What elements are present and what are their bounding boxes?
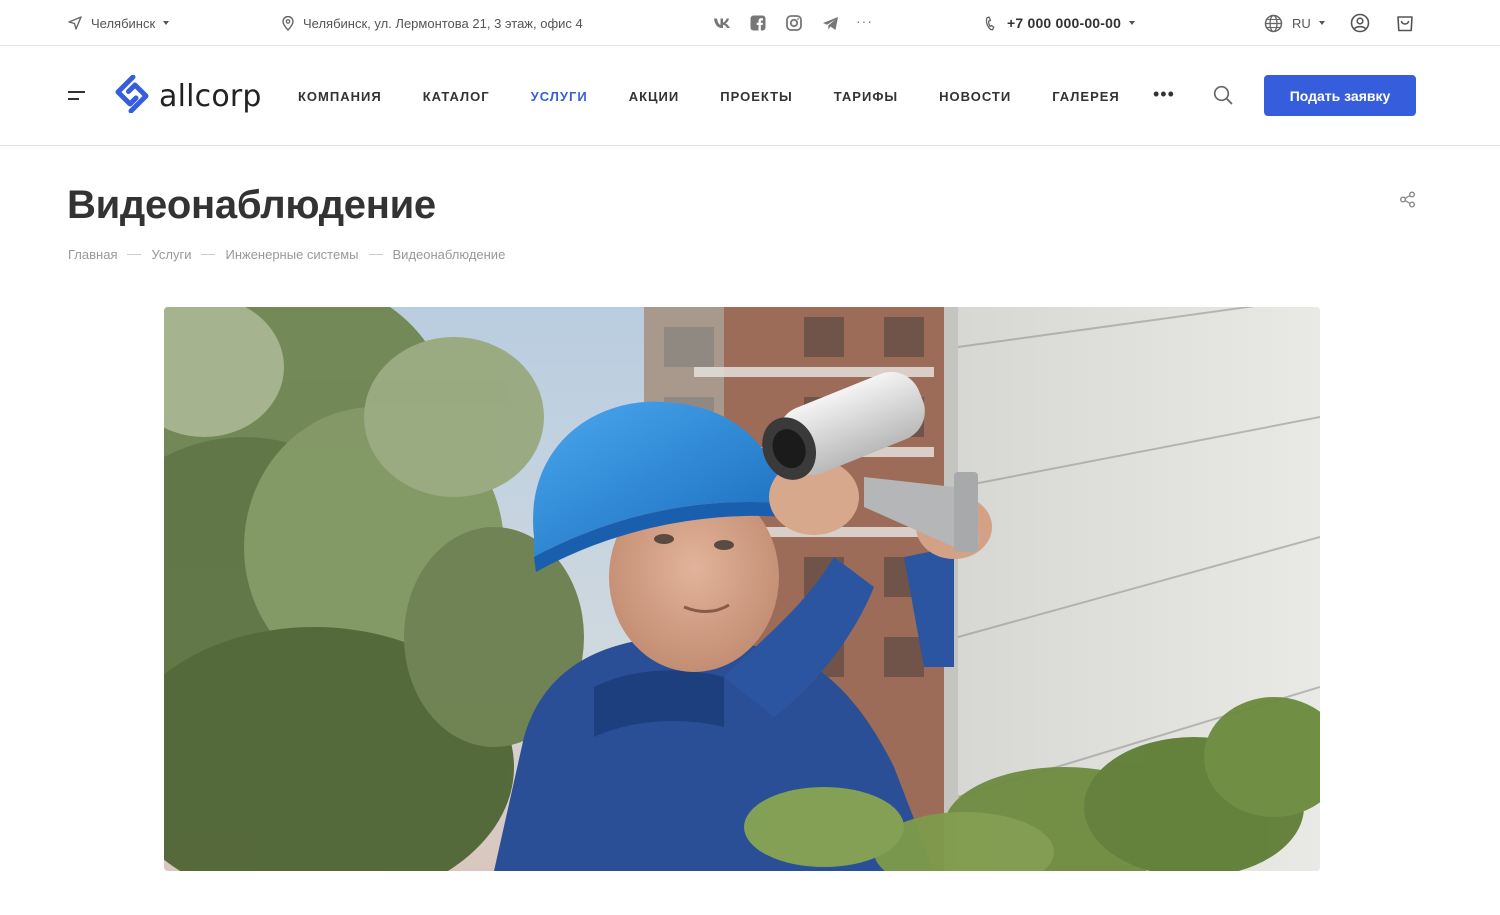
- nav-item-services[interactable]: Услуги: [531, 89, 588, 104]
- chevron-down-icon: [1129, 21, 1136, 25]
- breadcrumb-engineering-systems[interactable]: Инженерные системы: [225, 247, 358, 262]
- address: Челябинск, ул. Лермонтова 21, 3 этаж, оф…: [282, 0, 583, 46]
- location-pin-icon: [282, 15, 294, 31]
- nav-more-icon[interactable]: •••: [1153, 84, 1175, 105]
- nav-item-catalog[interactable]: Каталог: [423, 89, 490, 104]
- breadcrumb-home[interactable]: Главная: [68, 247, 117, 262]
- instagram-icon[interactable]: [784, 13, 804, 33]
- navigation-arrow-icon: [68, 16, 82, 30]
- menu-burger-icon[interactable]: [68, 91, 85, 101]
- cart-button[interactable]: [1395, 0, 1415, 46]
- breadcrumb-separator: [201, 254, 216, 255]
- breadcrumb-services[interactable]: Услуги: [151, 247, 191, 262]
- breadcrumb-separator: [127, 254, 142, 255]
- breadcrumb-current: Видеонаблюдение: [392, 247, 506, 262]
- phone-number: +7 000 000-00-00: [1007, 15, 1122, 31]
- vk-icon[interactable]: [712, 13, 732, 33]
- nav-item-gallery[interactable]: Галерея: [1052, 89, 1120, 104]
- language-label: RU: [1292, 15, 1311, 31]
- phone-icon: [985, 15, 997, 31]
- chevron-down-icon: [1318, 21, 1325, 25]
- user-account-button[interactable]: [1350, 0, 1370, 46]
- search-icon[interactable]: [1213, 85, 1233, 110]
- globe-icon: [1264, 14, 1283, 33]
- nav-item-promotions[interactable]: Акции: [629, 89, 680, 104]
- social-links: ···: [712, 0, 873, 46]
- phone-selector[interactable]: +7 000 000-00-00: [985, 0, 1136, 46]
- main-header: allcorp Компания Каталог Услуги Акции Пр…: [0, 46, 1500, 146]
- chevron-down-icon: [163, 21, 170, 25]
- nav-item-company[interactable]: Компания: [298, 89, 382, 104]
- submit-request-button[interactable]: Подать заявку: [1264, 75, 1416, 116]
- hero-image: [164, 307, 1320, 871]
- breadcrumb-separator: [368, 254, 383, 255]
- facebook-icon[interactable]: [748, 13, 768, 33]
- logo-text: allcorp: [159, 78, 262, 114]
- share-icon[interactable]: [1399, 191, 1416, 213]
- page-title: Видеонаблюдение: [67, 183, 436, 227]
- user-icon: [1350, 13, 1370, 33]
- site-logo[interactable]: allcorp: [114, 74, 262, 118]
- nav-item-tariffs[interactable]: Тарифы: [834, 89, 898, 104]
- main-nav: Компания Каталог Услуги Акции Проекты Та…: [298, 46, 1120, 146]
- logo-mark-icon: [114, 74, 150, 118]
- city-label: Челябинск: [91, 15, 156, 31]
- nav-item-projects[interactable]: Проекты: [720, 89, 793, 104]
- city-selector[interactable]: Челябинск: [68, 0, 170, 46]
- shopping-bag-icon: [1395, 13, 1415, 33]
- top-bar: Челябинск Челябинск, ул. Лермонтова 21, …: [0, 0, 1500, 46]
- telegram-icon[interactable]: [820, 13, 840, 33]
- language-selector[interactable]: RU: [1264, 0, 1325, 46]
- address-label: Челябинск, ул. Лермонтова 21, 3 этаж, оф…: [303, 15, 583, 31]
- breadcrumb: Главная Услуги Инженерные системы Видеон…: [68, 247, 505, 262]
- social-more-icon[interactable]: ···: [856, 13, 873, 29]
- nav-item-news[interactable]: Новости: [939, 89, 1011, 104]
